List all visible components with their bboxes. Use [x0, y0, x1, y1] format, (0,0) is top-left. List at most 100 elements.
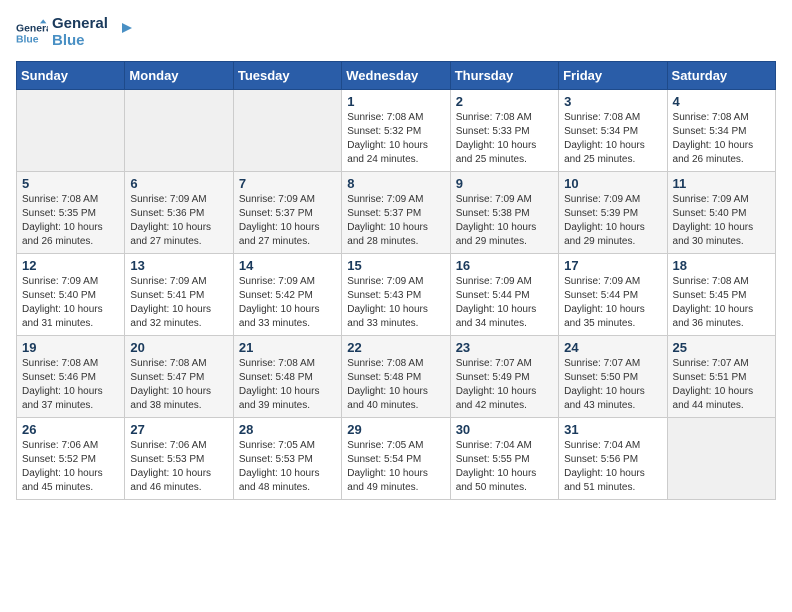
- calendar-day-cell: 2Sunrise: 7:08 AM Sunset: 5:33 PM Daylig…: [450, 90, 558, 172]
- day-info: Sunrise: 7:09 AM Sunset: 5:44 PM Dayligh…: [456, 275, 553, 331]
- logo-icon: General Blue: [16, 17, 48, 49]
- calendar-week-row: 26Sunrise: 7:06 AM Sunset: 5:52 PM Dayli…: [17, 418, 776, 500]
- calendar-day-cell: 26Sunrise: 7:06 AM Sunset: 5:52 PM Dayli…: [17, 418, 125, 500]
- calendar-week-row: 19 Sunrise: 7:08 AM Sunset: 5:46 PM Dayli…: [17, 336, 776, 418]
- calendar-day-cell: 30 Sunrise: 7:04 AM Sunset: 5:55 PM Dayli…: [450, 418, 558, 500]
- day-info: Sunrise: 7:09 AM Sunset: 5:44 PM Dayligh…: [564, 275, 661, 331]
- calendar-day-cell: 10 Sunrise: 7:09 AM Sunset: 5:39 PM Dayli…: [559, 172, 667, 254]
- svg-text:Blue: Blue: [16, 34, 39, 45]
- calendar-day-cell: 13Sunrise: 7:09 AM Sunset: 5:41 PM Dayli…: [125, 254, 233, 336]
- day-number: 19: [22, 340, 119, 355]
- calendar-day-cell: 28 Sunrise: 7:05 AM Sunset: 5:53 PM Dayli…: [233, 418, 341, 500]
- day-of-week-header: Thursday: [450, 62, 558, 90]
- day-number: 9: [456, 176, 553, 191]
- day-info: Sunrise: 7:08 AM Sunset: 5:47 PM Dayligh…: [130, 357, 227, 413]
- calendar-day-cell: 5 Sunrise: 7:08 AM Sunset: 5:35 PM Daylig…: [17, 172, 125, 254]
- calendar-day-cell: 27Sunrise: 7:06 AM Sunset: 5:53 PM Dayli…: [125, 418, 233, 500]
- calendar-day-cell: 7 Sunrise: 7:09 AM Sunset: 5:37 PM Daylig…: [233, 172, 341, 254]
- day-number: 4: [673, 94, 770, 109]
- day-number: 1: [347, 94, 444, 109]
- day-info: Sunrise: 7:09 AM Sunset: 5:42 PM Dayligh…: [239, 275, 336, 331]
- day-info: Sunrise: 7:07 AM Sunset: 5:51 PM Dayligh…: [673, 357, 770, 413]
- day-info: Sunrise: 7:08 AM Sunset: 5:34 PM Dayligh…: [564, 111, 661, 167]
- day-info: Sunrise: 7:04 AM Sunset: 5:56 PM Dayligh…: [564, 439, 661, 495]
- calendar-day-cell: 4 Sunrise: 7:08 AM Sunset: 5:34 PM Daylig…: [667, 90, 775, 172]
- day-info: Sunrise: 7:06 AM Sunset: 5:53 PM Dayligh…: [130, 439, 227, 495]
- day-info: Sunrise: 7:08 AM Sunset: 5:48 PM Dayligh…: [239, 357, 336, 413]
- day-of-week-header: Tuesday: [233, 62, 341, 90]
- calendar-day-cell: 12 Sunrise: 7:09 AM Sunset: 5:40 PM Dayli…: [17, 254, 125, 336]
- page-header: General Blue General Blue: [16, 16, 776, 49]
- day-number: 10: [564, 176, 661, 191]
- calendar-day-cell: 15 Sunrise: 7:09 AM Sunset: 5:43 PM Dayli…: [342, 254, 450, 336]
- calendar-day-cell: 1 Sunrise: 7:08 AM Sunset: 5:32 PM Daylig…: [342, 90, 450, 172]
- calendar-day-cell: 18 Sunrise: 7:08 AM Sunset: 5:45 PM Dayli…: [667, 254, 775, 336]
- day-number: 29: [347, 422, 444, 437]
- svg-text:General: General: [16, 23, 48, 34]
- day-info: Sunrise: 7:08 AM Sunset: 5:32 PM Dayligh…: [347, 111, 444, 167]
- day-info: Sunrise: 7:08 AM Sunset: 5:35 PM Dayligh…: [22, 193, 119, 249]
- calendar-day-cell: 19 Sunrise: 7:08 AM Sunset: 5:46 PM Dayli…: [17, 336, 125, 418]
- day-info: Sunrise: 7:08 AM Sunset: 5:34 PM Dayligh…: [673, 111, 770, 167]
- day-info: Sunrise: 7:04 AM Sunset: 5:55 PM Dayligh…: [456, 439, 553, 495]
- day-info: Sunrise: 7:08 AM Sunset: 5:46 PM Dayligh…: [22, 357, 119, 413]
- calendar-day-cell: 20Sunrise: 7:08 AM Sunset: 5:47 PM Dayli…: [125, 336, 233, 418]
- day-number: 30: [456, 422, 553, 437]
- calendar-day-cell: 8 Sunrise: 7:09 AM Sunset: 5:37 PM Daylig…: [342, 172, 450, 254]
- day-number: 11: [673, 176, 770, 191]
- day-info: Sunrise: 7:08 AM Sunset: 5:45 PM Dayligh…: [673, 275, 770, 331]
- day-number: 22: [347, 340, 444, 355]
- day-number: 26: [22, 422, 119, 437]
- calendar-day-cell: [233, 90, 341, 172]
- calendar-header-row: SundayMondayTuesdayWednesdayThursdayFrid…: [17, 62, 776, 90]
- day-number: 12: [22, 258, 119, 273]
- calendar-day-cell: 17 Sunrise: 7:09 AM Sunset: 5:44 PM Dayli…: [559, 254, 667, 336]
- calendar-day-cell: [125, 90, 233, 172]
- calendar-day-cell: 14 Sunrise: 7:09 AM Sunset: 5:42 PM Dayli…: [233, 254, 341, 336]
- calendar-table: SundayMondayTuesdayWednesdayThursdayFrid…: [16, 61, 776, 500]
- calendar-day-cell: 9 Sunrise: 7:09 AM Sunset: 5:38 PM Daylig…: [450, 172, 558, 254]
- day-of-week-header: Sunday: [17, 62, 125, 90]
- day-number: 25: [673, 340, 770, 355]
- day-number: 24: [564, 340, 661, 355]
- day-info: Sunrise: 7:09 AM Sunset: 5:38 PM Dayligh…: [456, 193, 553, 249]
- day-number: 8: [347, 176, 444, 191]
- logo-flag-icon: [112, 23, 132, 43]
- day-info: Sunrise: 7:09 AM Sunset: 5:37 PM Dayligh…: [239, 193, 336, 249]
- calendar-day-cell: 3 Sunrise: 7:08 AM Sunset: 5:34 PM Daylig…: [559, 90, 667, 172]
- calendar-day-cell: 31 Sunrise: 7:04 AM Sunset: 5:56 PM Dayli…: [559, 418, 667, 500]
- day-number: 28: [239, 422, 336, 437]
- calendar-day-cell: 25 Sunrise: 7:07 AM Sunset: 5:51 PM Dayli…: [667, 336, 775, 418]
- day-number: 2: [456, 94, 553, 109]
- day-number: 15: [347, 258, 444, 273]
- day-of-week-header: Saturday: [667, 62, 775, 90]
- day-of-week-header: Friday: [559, 62, 667, 90]
- day-info: Sunrise: 7:07 AM Sunset: 5:50 PM Dayligh…: [564, 357, 661, 413]
- calendar-day-cell: 11Sunrise: 7:09 AM Sunset: 5:40 PM Dayli…: [667, 172, 775, 254]
- day-number: 3: [564, 94, 661, 109]
- day-number: 31: [564, 422, 661, 437]
- day-number: 5: [22, 176, 119, 191]
- calendar-week-row: 12 Sunrise: 7:09 AM Sunset: 5:40 PM Dayli…: [17, 254, 776, 336]
- day-number: 16: [456, 258, 553, 273]
- day-info: Sunrise: 7:09 AM Sunset: 5:43 PM Dayligh…: [347, 275, 444, 331]
- calendar-week-row: 5 Sunrise: 7:08 AM Sunset: 5:35 PM Daylig…: [17, 172, 776, 254]
- calendar-day-cell: 6Sunrise: 7:09 AM Sunset: 5:36 PM Daylig…: [125, 172, 233, 254]
- day-info: Sunrise: 7:09 AM Sunset: 5:40 PM Dayligh…: [22, 275, 119, 331]
- calendar-day-cell: 22 Sunrise: 7:08 AM Sunset: 5:48 PM Dayli…: [342, 336, 450, 418]
- day-info: Sunrise: 7:08 AM Sunset: 5:48 PM Dayligh…: [347, 357, 444, 413]
- day-info: Sunrise: 7:05 AM Sunset: 5:54 PM Dayligh…: [347, 439, 444, 495]
- day-number: 17: [564, 258, 661, 273]
- day-of-week-header: Wednesday: [342, 62, 450, 90]
- day-number: 7: [239, 176, 336, 191]
- day-info: Sunrise: 7:09 AM Sunset: 5:39 PM Dayligh…: [564, 193, 661, 249]
- calendar-day-cell: 16 Sunrise: 7:09 AM Sunset: 5:44 PM Dayli…: [450, 254, 558, 336]
- day-info: Sunrise: 7:09 AM Sunset: 5:37 PM Dayligh…: [347, 193, 444, 249]
- day-number: 21: [239, 340, 336, 355]
- calendar-week-row: 1 Sunrise: 7:08 AM Sunset: 5:32 PM Daylig…: [17, 90, 776, 172]
- day-number: 14: [239, 258, 336, 273]
- day-info: Sunrise: 7:05 AM Sunset: 5:53 PM Dayligh…: [239, 439, 336, 495]
- calendar-day-cell: 29 Sunrise: 7:05 AM Sunset: 5:54 PM Dayli…: [342, 418, 450, 500]
- day-number: 18: [673, 258, 770, 273]
- calendar-day-cell: 21 Sunrise: 7:08 AM Sunset: 5:48 PM Dayli…: [233, 336, 341, 418]
